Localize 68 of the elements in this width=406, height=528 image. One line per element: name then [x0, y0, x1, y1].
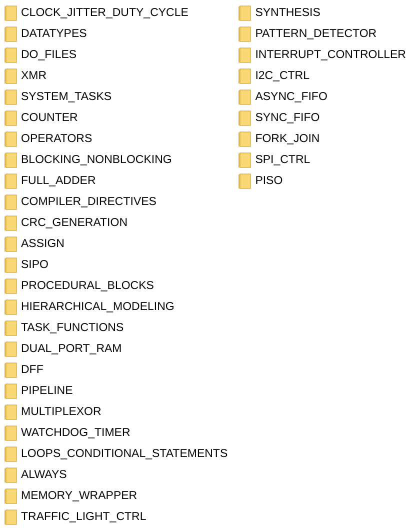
folder-item[interactable]: CLOCK_JITTER_DUTY_CYCLE — [4, 2, 188, 23]
folder-icon — [4, 4, 17, 20]
folder-icon — [4, 298, 17, 314]
folder-icon — [4, 194, 17, 210]
folder-item[interactable]: PATTERN_DETECTOR — [238, 23, 377, 44]
folder-icon — [4, 26, 17, 42]
folder-item[interactable]: MEMORY_WRAPPER — [4, 485, 138, 506]
folder-item[interactable]: DO_FILES — [4, 44, 77, 65]
folder-icon — [238, 172, 252, 188]
folder-icon — [4, 88, 17, 104]
folder-item[interactable]: CRC_GENERATION — [4, 212, 128, 233]
folder-item[interactable]: SPI_CTRL — [238, 149, 310, 170]
folder-icon — [4, 488, 17, 504]
folder-icon — [238, 130, 252, 146]
folder-icon — [4, 466, 17, 482]
folder-item[interactable]: OPERATORS — [4, 128, 92, 149]
folder-item[interactable]: COUNTER — [4, 107, 78, 128]
folder-item[interactable]: SIPO — [4, 254, 48, 275]
folder-item[interactable]: TASK_FUNCTIONS — [4, 317, 124, 338]
folder-item[interactable]: SYNTHESIS — [238, 2, 320, 23]
folder-item[interactable]: LOOPS_CONDITIONAL_STATEMENTS — [4, 443, 228, 464]
folder-icon — [4, 172, 17, 188]
folder-icon — [238, 4, 252, 20]
folder-icon — [4, 256, 17, 272]
folder-item[interactable]: XMR — [4, 65, 47, 86]
folder-icon — [238, 110, 252, 126]
folder-icon — [4, 236, 17, 252]
folder-item[interactable]: PISO — [238, 170, 283, 191]
folder-icon — [4, 214, 17, 230]
folder-item[interactable]: COMPILER_DIRECTIVES — [4, 191, 156, 212]
folder-item[interactable]: TRAFFIC_LIGHT_CTRL — [4, 506, 146, 527]
folder-icon — [238, 68, 252, 84]
folder-item[interactable]: BLOCKING_NONBLOCKING — [4, 149, 172, 170]
folder-item[interactable]: HIERARCHICAL_MODELING — [4, 296, 174, 317]
folder-item[interactable]: SYSTEM_TASKS — [4, 86, 112, 107]
folder-item[interactable]: PIPELINE — [4, 380, 73, 401]
folder-item[interactable]: INTERRUPT_CONTROLLER — [238, 44, 406, 65]
folder-icon — [4, 382, 17, 398]
folder-icon — [4, 278, 17, 294]
folder-icon — [4, 508, 17, 524]
folder-icon — [4, 152, 17, 168]
folder-item[interactable]: ALWAYS — [4, 464, 67, 485]
folder-icon — [4, 404, 17, 420]
folder-icon — [4, 110, 17, 126]
folder-item[interactable]: ASYNC_FIFO — [238, 86, 328, 107]
folder-item[interactable]: SYNC_FIFO — [238, 107, 320, 128]
folder-item[interactable]: DFF — [4, 359, 44, 380]
folder-icon — [238, 152, 252, 168]
folder-item[interactable]: FULL_ADDER — [4, 170, 96, 191]
folder-icon — [4, 424, 17, 440]
folder-icon — [4, 130, 17, 146]
folder-icon — [4, 446, 17, 462]
folder-item[interactable]: DUAL_PORT_RAM — [4, 338, 122, 359]
folder-item[interactable]: FORK_JOIN — [238, 128, 320, 149]
folder-icon — [4, 362, 17, 378]
folder-icon — [238, 26, 252, 42]
folder-icon — [4, 340, 17, 356]
folder-icon — [4, 46, 17, 62]
folder-icon — [238, 88, 252, 104]
folder-item[interactable]: ASSIGN — [4, 233, 64, 254]
folder-icon — [238, 46, 252, 62]
folder-item[interactable]: DATATYPES — [4, 23, 87, 44]
folder-item[interactable]: PROCEDURAL_BLOCKS — [4, 275, 154, 296]
folder-icon — [4, 320, 17, 336]
folder-icon — [4, 68, 17, 84]
folder-item[interactable]: MULTIPLEXOR — [4, 401, 102, 422]
folder-item[interactable]: I2C_CTRL — [238, 65, 310, 86]
folder-item[interactable]: WATCHDOG_TIMER — [4, 422, 130, 443]
